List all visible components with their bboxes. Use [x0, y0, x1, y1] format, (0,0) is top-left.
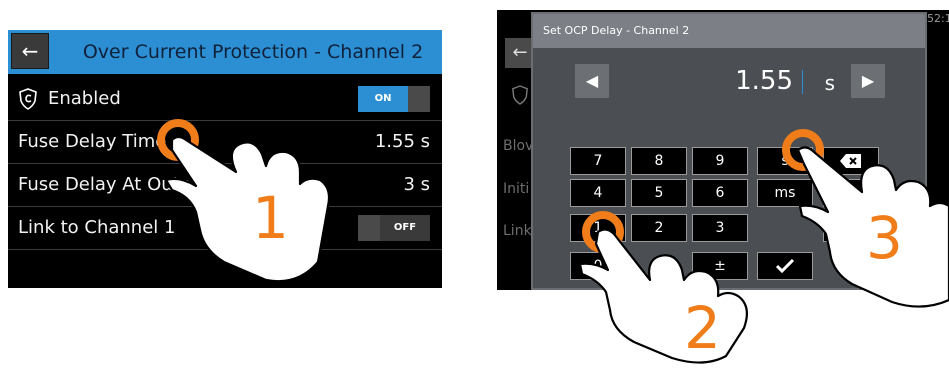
- pointing-hand-icon: [578, 228, 749, 364]
- annotation-overlay: 1 2 3: [157, 119, 949, 364]
- step-number: 3: [866, 204, 903, 272]
- step-number: 2: [684, 294, 721, 362]
- pointing-hand-icon: [164, 135, 331, 283]
- step-number: 1: [252, 184, 289, 252]
